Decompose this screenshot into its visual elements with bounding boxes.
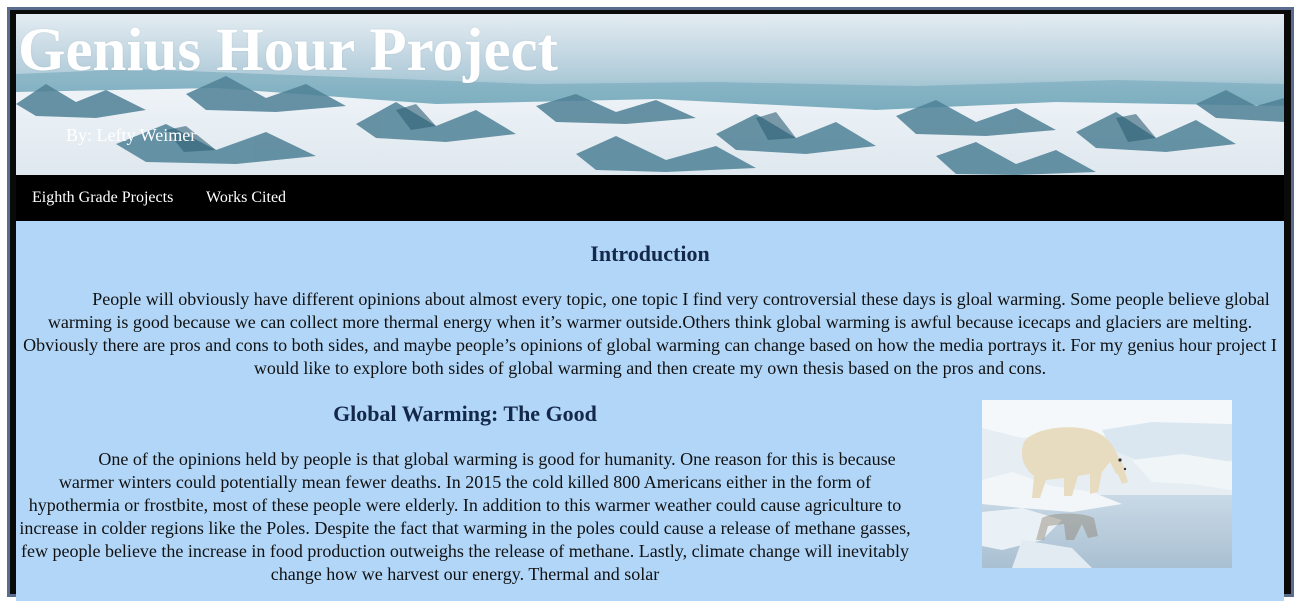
- global-warming-good-paragraph: One of the opinions held by people is th…: [19, 449, 911, 584]
- introduction-heading: Introduction: [590, 241, 710, 266]
- author-byline: By: Lefty Weimer: [66, 125, 197, 145]
- site-title: Genius Hour Project: [18, 17, 558, 84]
- top-nav: Eighth Grade Projects Works Cited: [16, 175, 1284, 221]
- polar-bear-on-ice-photo: [982, 400, 1232, 568]
- polar-bear-image: [982, 400, 1232, 568]
- introduction-paragraph: People will obviously have different opi…: [23, 289, 1277, 378]
- global-warming-good-heading: Global Warming: The Good: [333, 401, 597, 426]
- main-content: Introduction People will obviously have …: [16, 221, 1284, 601]
- nav-link-eighth-grade-projects[interactable]: Eighth Grade Projects: [32, 189, 173, 207]
- header-banner: Genius Hour Project By: Lefty Weimer: [16, 14, 1284, 175]
- page: Genius Hour Project By: Lefty Weimer Eig…: [0, 0, 1304, 601]
- nav-link-works-cited[interactable]: Works Cited: [206, 189, 286, 207]
